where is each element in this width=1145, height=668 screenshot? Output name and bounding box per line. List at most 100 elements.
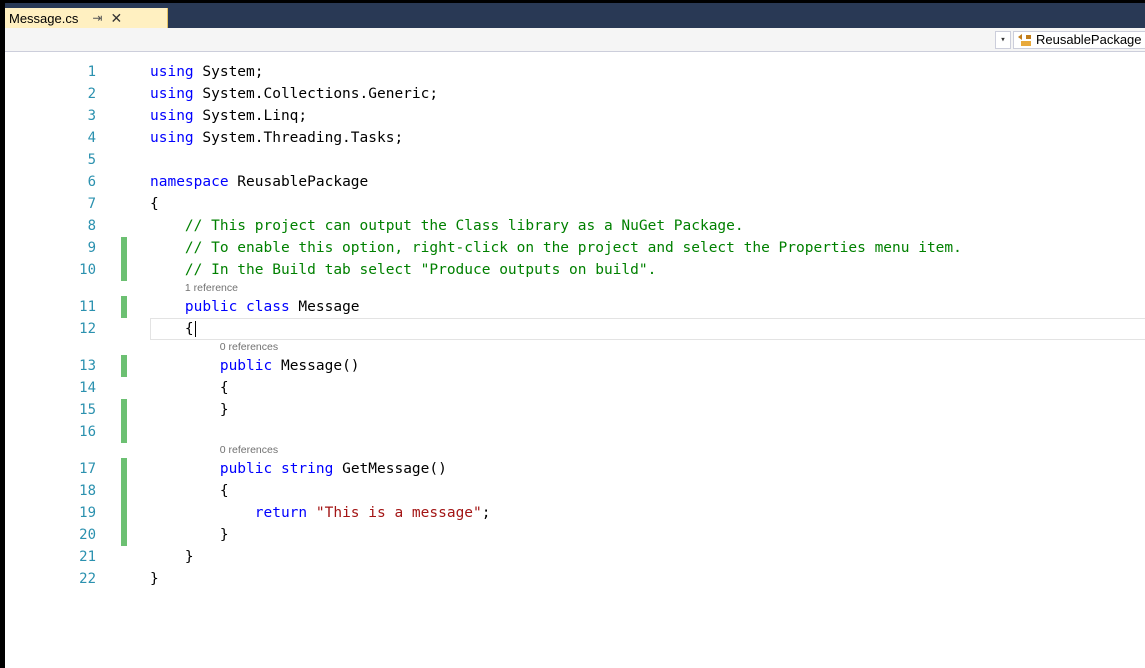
code-text: // To enable this option, right-click on…	[150, 237, 962, 259]
comment-token: // To enable this option, right-click on…	[184, 240, 962, 256]
close-icon[interactable]: ✕	[110, 10, 122, 27]
code-line[interactable]: 21 }	[5, 546, 1145, 568]
code-token: Message	[289, 299, 360, 315]
code-text: using System.Threading.Tasks;	[150, 127, 403, 149]
navigation-bar: ▾ ReusablePackage	[5, 28, 1145, 52]
codelens-reference-count[interactable]: 0 references	[220, 443, 278, 458]
keyword-token: using	[150, 64, 194, 80]
code-line[interactable]: 2 using System.Collections.Generic;	[5, 83, 1145, 105]
tab-message-cs[interactable]: Message.cs ⇥ ✕	[5, 8, 168, 28]
keyword-token: return	[254, 505, 308, 521]
code-line[interactable]: 14 {	[5, 377, 1145, 399]
code-token: System.Linq;	[193, 108, 308, 124]
code-text: {	[150, 377, 229, 399]
pin-icon[interactable]: ⇥	[92, 11, 102, 25]
code-token: System.Threading.Tasks;	[193, 130, 404, 146]
code-text: return "This is a message";	[150, 502, 491, 524]
code-line[interactable]: 4 using System.Threading.Tasks;	[5, 127, 1145, 149]
line-number: 18	[79, 483, 96, 499]
code-line[interactable]: 20 }	[5, 524, 1145, 546]
code-line[interactable]: 9 // To enable this option, right-click …	[5, 237, 1145, 259]
code-text: namespace ReusablePackage	[150, 171, 368, 193]
code-text: }	[150, 524, 229, 546]
code-line[interactable]: 16	[5, 421, 1145, 443]
code-line[interactable]: 1 using System;	[5, 61, 1145, 83]
comment-token: // This project can output the Class lib…	[184, 218, 744, 234]
code-text: }	[150, 568, 159, 590]
code-line[interactable]: 3 using System.Linq;	[5, 105, 1145, 127]
code-text: {	[150, 318, 194, 340]
codelens-reference-count[interactable]: 0 references	[220, 340, 278, 355]
code-text: }	[150, 399, 229, 421]
code-token: {	[150, 380, 229, 396]
code-line[interactable]: 17 public string GetMessage()	[5, 458, 1145, 480]
line-number: 1	[87, 64, 96, 80]
code-text: // In the Build tab select "Produce outp…	[150, 259, 656, 281]
line-number: 3	[87, 108, 96, 124]
code-token: {	[150, 483, 229, 499]
codelens-annotation: 0 references	[5, 443, 1145, 458]
code-token: {	[150, 196, 159, 212]
code-token: Message()	[272, 358, 360, 374]
code-token: }	[150, 571, 159, 587]
code-line[interactable]: 19 return "This is a message";	[5, 502, 1145, 524]
tab-title: Message.cs	[9, 10, 79, 26]
code-text: {	[150, 193, 159, 215]
code-line[interactable]: 12 {	[5, 318, 1145, 340]
change-marker	[121, 421, 127, 443]
keyword-token: using	[150, 86, 194, 102]
line-number: 4	[87, 130, 96, 146]
keyword-token: using	[150, 108, 194, 124]
codelens-reference-count[interactable]: 1 reference	[185, 281, 238, 296]
document-tab-bar: Message.cs ⇥ ✕	[5, 3, 1145, 28]
member-dropdown[interactable]: ReusablePackage	[1013, 31, 1145, 49]
code-line[interactable]: 11 public class Message	[5, 296, 1145, 318]
editor-window: Message.cs ⇥ ✕ ▾ ReusablePackage 1 using …	[0, 0, 1145, 668]
code-line[interactable]: 6 namespace ReusablePackage	[5, 171, 1145, 193]
code-line[interactable]: 7{	[5, 193, 1145, 215]
line-number: 2	[87, 86, 96, 102]
code-text: using System;	[150, 61, 264, 83]
change-marker	[121, 399, 127, 421]
keyword-token: public	[219, 358, 273, 374]
code-text: using System.Linq;	[150, 105, 307, 127]
line-number: 16	[79, 424, 96, 440]
keyword-token: public	[184, 299, 238, 315]
line-number: 21	[79, 549, 96, 565]
code-text: {	[150, 480, 229, 502]
change-marker	[121, 259, 127, 281]
code-line[interactable]: 5	[5, 149, 1145, 171]
change-marker	[121, 458, 127, 480]
code-token: System.Collections.Generic;	[193, 86, 439, 102]
codelens-annotation: 1 reference	[5, 281, 1145, 296]
code-line[interactable]: 13 public Message()	[5, 355, 1145, 377]
code-line[interactable]: 8 // This project can output the Class l…	[5, 215, 1145, 237]
code-text: }	[150, 546, 194, 568]
code-token: {	[150, 321, 194, 337]
code-line[interactable]: 15 }	[5, 399, 1145, 421]
code-editor[interactable]: 1 using System; 2 using System.Collections.…	[5, 52, 1145, 668]
line-number: 6	[87, 174, 96, 190]
line-number: 12	[79, 321, 96, 337]
keyword-token: using	[150, 130, 194, 146]
codelens-annotation: 0 references	[5, 340, 1145, 355]
code-line[interactable]: 10 // In the Build tab select "Produce o…	[5, 259, 1145, 281]
code-line[interactable]: 18 {	[5, 480, 1145, 502]
line-number: 15	[79, 402, 96, 418]
current-line-highlight	[150, 318, 1145, 340]
chevron-down-icon[interactable]: ▾	[995, 31, 1011, 49]
line-number: 14	[79, 380, 96, 396]
keyword-token: namespace	[150, 174, 229, 190]
code-line[interactable]: 22}	[5, 568, 1145, 590]
keyword-token: class	[246, 299, 290, 315]
line-number: 9	[87, 240, 96, 256]
change-marker	[121, 237, 127, 259]
